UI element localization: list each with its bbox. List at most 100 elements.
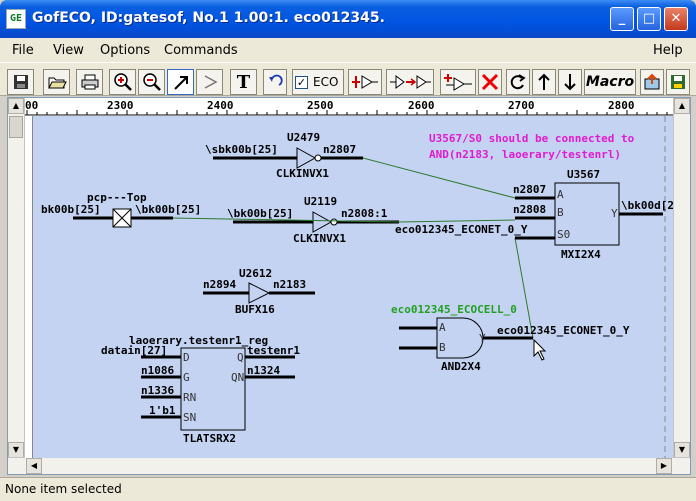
- menu-view[interactable]: View: [53, 43, 84, 58]
- net-label: bk00b[25]: [41, 203, 101, 216]
- gate-u3567[interactable]: U3567 n2807 n2808 eco012345_ECONET_0_Y A…: [395, 168, 673, 261]
- close-button[interactable]: ✕: [664, 7, 688, 31]
- net-label: \bk00b[25]: [135, 203, 201, 216]
- maximize-button[interactable]: □: [637, 7, 661, 31]
- arrow-down-icon[interactable]: [558, 69, 582, 95]
- latch-testenr1-reg[interactable]: laoerary.testenr1_reg datain[27] n1086 n…: [101, 334, 300, 445]
- pin-label: B: [439, 341, 446, 354]
- net-label: n2807: [323, 143, 356, 156]
- menu-help[interactable]: Help: [653, 43, 683, 58]
- title-bar[interactable]: GE GofECO, ID:gatesof, No.1 1.00:1. eco0…: [0, 0, 696, 38]
- redo-icon[interactable]: [506, 69, 530, 95]
- app-icon: GE: [6, 9, 26, 29]
- scroll-down-right-icon[interactable]: ▼: [674, 442, 690, 458]
- net-label: testenr1: [247, 344, 300, 357]
- horizontal-ruler: 00 2300 2400 2500 2600 2700 2800: [25, 98, 673, 116]
- menu-commands[interactable]: Commands: [164, 43, 238, 58]
- eco-label: ECO: [313, 75, 339, 89]
- move-icon[interactable]: [196, 69, 223, 95]
- ruler-label: 2600: [408, 99, 435, 112]
- mouse-cursor-icon: [533, 338, 547, 361]
- pin-label: B: [557, 206, 564, 219]
- delete-icon[interactable]: [478, 69, 502, 95]
- net-label: n2183: [273, 278, 306, 291]
- zoom-out-icon[interactable]: [138, 69, 165, 95]
- cell-label: AND2X4: [441, 360, 481, 373]
- port-pcp-top[interactable]: pcp---Top bk00b[25] \bk00b[25]: [41, 191, 201, 228]
- pin-label: D: [183, 351, 190, 364]
- ruler-label: 2500: [307, 99, 334, 112]
- net-label: eco012345_ECONET_0_Y: [395, 223, 528, 236]
- insert-buffer-icon[interactable]: [348, 69, 382, 95]
- annotation-line-2: AND(n2183, laoerary/testenrl): [429, 148, 621, 161]
- cell-label: CLKINVX1: [293, 232, 346, 245]
- cell-label: CLKINVX1: [276, 167, 329, 180]
- scroll-up-right-icon[interactable]: ▲: [674, 98, 690, 114]
- gate-u2479[interactable]: U2479 \sbk00b[25] n2807 CLKINVX1: [205, 131, 363, 180]
- select-arrow-icon[interactable]: [167, 69, 194, 95]
- text-tool-icon[interactable]: T: [230, 69, 257, 95]
- scroll-up-left-icon[interactable]: ▲: [8, 98, 24, 114]
- net-label: n2808:1: [341, 207, 388, 220]
- save-icon[interactable]: [7, 69, 34, 95]
- gate-eco-and[interactable]: eco012345_ECOCELL_0 A B Y eco012345_ECON…: [391, 303, 630, 373]
- pin-label: G: [183, 371, 190, 384]
- print-icon[interactable]: [76, 69, 103, 95]
- net-label: n1336: [141, 384, 174, 397]
- scroll-down-left-icon[interactable]: ▼: [8, 442, 24, 458]
- cell-label: TLATSRX2: [183, 432, 236, 445]
- right-scrollbar[interactable]: ▲ ▼: [673, 98, 690, 458]
- gate-u2612[interactable]: U2612 n2894 n2183 BUFX16: [203, 267, 315, 316]
- net-label: n2894: [203, 278, 236, 291]
- scroll-left-icon[interactable]: ◀: [26, 458, 42, 474]
- ruler-label: 2400: [207, 99, 234, 112]
- net-label: n1086: [141, 364, 174, 377]
- scroll-right-icon[interactable]: ▶: [656, 458, 672, 474]
- status-text: None item selected: [5, 482, 122, 496]
- undo-icon[interactable]: [263, 69, 287, 95]
- net-label: n2807: [513, 183, 546, 196]
- save-eco-icon[interactable]: [666, 69, 690, 95]
- net-label: n2808: [513, 203, 546, 216]
- cell-label: BUFX16: [235, 303, 275, 316]
- ruler-label: 2700: [508, 99, 535, 112]
- zoom-in-icon[interactable]: [109, 69, 136, 95]
- cell-label: MXI2X4: [561, 248, 601, 261]
- pin-label: SN: [183, 411, 196, 424]
- left-scroll-thumb[interactable]: [9, 116, 23, 138]
- pin-label: RN: [183, 391, 196, 404]
- add-gate-icon[interactable]: [440, 69, 476, 95]
- bottom-scrollbar[interactable]: ◀ ▶: [8, 457, 690, 474]
- net-label: datain[27]: [101, 344, 167, 357]
- pin-label: QN: [231, 371, 244, 384]
- canvas-frame: ▲ ▼ ▲ ▼ ◀ ▶ 00 2300 2400 2500 2600 2700 …: [7, 97, 691, 475]
- menu-options[interactable]: Options: [100, 43, 150, 58]
- vertical-ruler: [25, 116, 33, 458]
- replace-gate-icon[interactable]: [386, 69, 434, 95]
- instance-label: U2119: [304, 195, 337, 208]
- menu-bar: File View Options Commands Help: [0, 38, 696, 62]
- arrow-up-icon[interactable]: [532, 69, 556, 95]
- instance-label: U3567: [567, 168, 600, 181]
- pin-label: Q: [237, 351, 244, 364]
- eco-checkbox-group[interactable]: ✓ ECO: [292, 69, 344, 95]
- left-scrollbar[interactable]: ▲ ▼: [8, 98, 25, 458]
- macro-button[interactable]: Macro: [584, 69, 636, 95]
- ruler-label: 2800: [608, 99, 635, 112]
- net-label: \sbk00b[25]: [205, 143, 278, 156]
- net-label: \bk00d[25]: [621, 199, 673, 212]
- window-title: GofECO, ID:gatesof, No.1 1.00:1. eco0123…: [32, 10, 385, 26]
- export-icon[interactable]: [640, 69, 664, 95]
- schematic-canvas[interactable]: U3567/S0 should be connected to AND(n218…: [33, 116, 673, 458]
- eco-checkbox[interactable]: ✓: [295, 75, 308, 89]
- annotation-line-1: U3567/S0 should be connected to: [429, 132, 635, 145]
- pin-label: A: [439, 321, 446, 334]
- ruler-label: 2300: [107, 99, 134, 112]
- instance-label: U2612: [239, 267, 272, 280]
- toolbar: T ✓ ECO Macro: [0, 62, 696, 96]
- minimize-button[interactable]: _: [610, 7, 634, 31]
- menu-file[interactable]: File: [12, 43, 34, 58]
- instance-label: U2479: [287, 131, 320, 144]
- net-label: eco012345_ECONET_0_Y: [497, 324, 630, 337]
- open-folder-icon[interactable]: [43, 69, 70, 95]
